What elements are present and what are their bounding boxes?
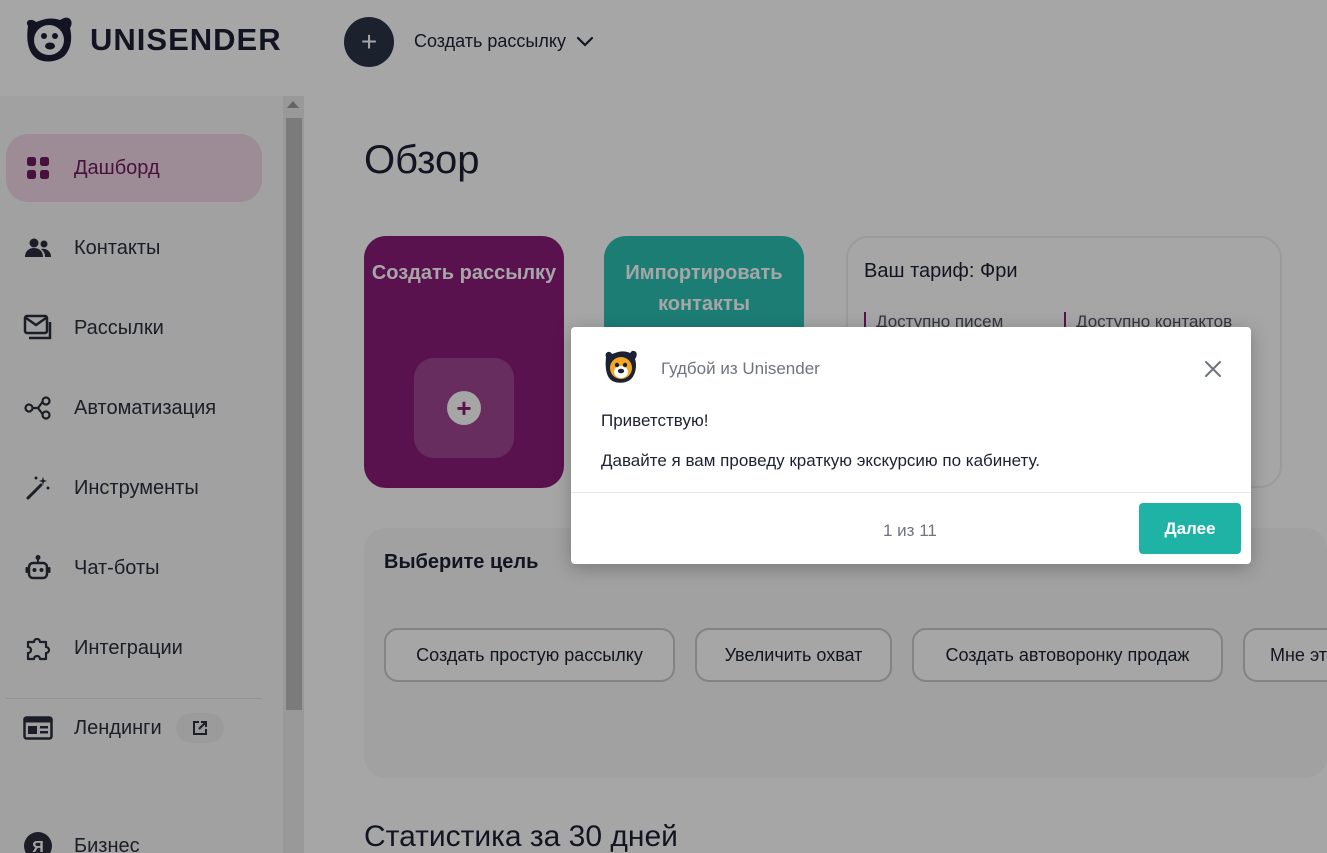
dialog-divider	[571, 492, 1251, 493]
close-icon	[1205, 361, 1221, 377]
close-button[interactable]	[1199, 355, 1227, 383]
next-button[interactable]: Далее	[1139, 503, 1241, 554]
dialog-sender-name: Гудбой из Unisender	[661, 359, 820, 378]
onboarding-dialog: Гудбой из Unisender Приветствую! Давайте…	[571, 327, 1251, 564]
dog-avatar-icon	[605, 350, 637, 383]
dialog-greeting: Приветствую!	[601, 411, 709, 430]
step-counter: 1 из 11	[883, 521, 937, 540]
dialog-message: Давайте я вам проведу краткую экскурсию …	[601, 451, 1041, 470]
